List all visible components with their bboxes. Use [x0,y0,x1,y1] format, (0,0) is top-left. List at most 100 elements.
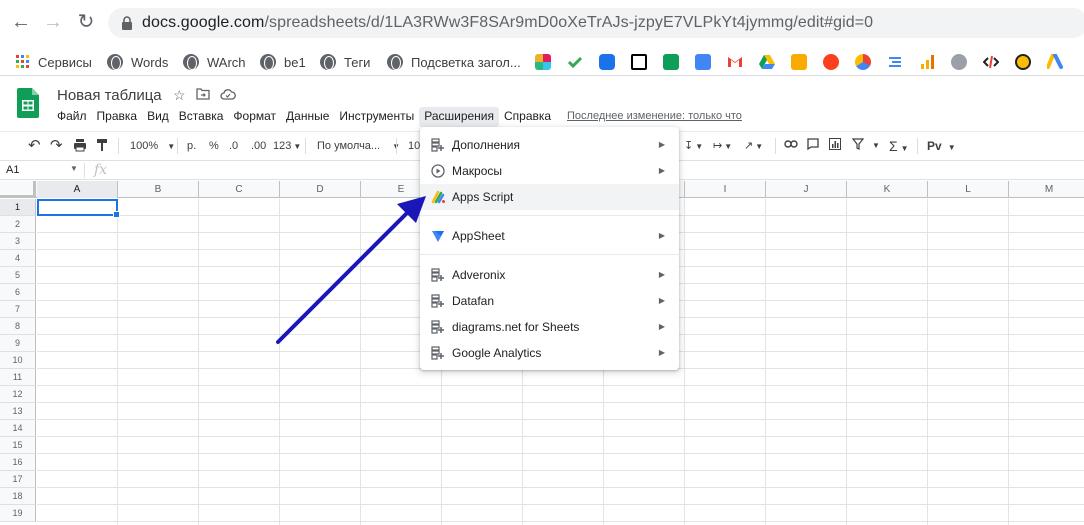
increase-decimal-button[interactable]: .00 [251,138,266,154]
row-header-16[interactable]: 16 [0,454,36,471]
yandex-icon[interactable] [823,54,839,70]
slack-icon[interactable] [535,54,551,70]
gmail-icon[interactable] [727,54,743,70]
select-all-corner[interactable] [0,181,36,198]
column-header-j[interactable]: J [766,181,847,198]
last-edit-link[interactable]: Последнее изменение: только что [567,110,742,122]
column-header-a[interactable]: A [37,181,118,198]
font-select[interactable]: По умолча...▼ [317,138,400,154]
row-header-14[interactable]: 14 [0,420,36,437]
menu-file[interactable]: Файл [52,107,92,127]
back-arrow-icon[interactable]: ← [9,10,33,34]
functions-icon[interactable]: Σ ▼ [889,138,909,154]
caret-down-icon[interactable]: ▼ [70,164,78,173]
column-header-c[interactable]: C [199,181,280,198]
ads-icon[interactable] [1046,53,1063,70]
active-cell-a1[interactable] [37,199,120,218]
menu-extensions[interactable]: Расширения [419,107,500,127]
mail-envelope-icon[interactable] [791,54,807,70]
paint-format-icon[interactable] [96,138,108,154]
google-icon[interactable] [855,54,871,70]
forward-arrow-icon[interactable]: → [41,10,65,34]
reload-icon[interactable]: ↻ [74,10,98,34]
insert-comment-icon[interactable] [807,138,819,154]
row-header-15[interactable]: 15 [0,437,36,454]
column-header-k[interactable]: K [847,181,928,198]
menu-item-macros[interactable]: Макросы ▶ [420,158,679,184]
analytics-icon[interactable] [919,54,935,70]
row-header-9[interactable]: 9 [0,335,36,352]
zoom-select[interactable]: 100% ▼ [130,138,175,154]
cloud-saved-icon[interactable] [220,87,236,103]
sheets-bookmark-icon[interactable] [663,54,679,70]
menu-tools[interactable]: Инструменты [334,107,419,127]
menu-format[interactable]: Формат [228,107,281,127]
font-size-select[interactable]: 10 [408,138,420,154]
name-box[interactable]: A1 [6,164,19,176]
bookmark-be1[interactable]: be1 [260,52,306,72]
chat-icon[interactable] [599,54,615,70]
vertical-align-icon[interactable]: ↧ ▼ [684,138,703,154]
row-header-19[interactable]: 19 [0,505,36,522]
move-folder-icon[interactable] [196,87,210,103]
column-header-b[interactable]: B [118,181,199,198]
currency-format-button[interactable]: р. [187,138,196,154]
filter-caret-icon[interactable]: ▼ [872,138,880,154]
code-icon[interactable] [982,54,1000,70]
pacman-icon[interactable] [1015,54,1031,70]
column-header-l[interactable]: L [928,181,1009,198]
filter-icon[interactable] [851,138,865,154]
row-header-2[interactable]: 2 [0,216,36,233]
percent-format-button[interactable]: % [209,138,219,154]
column-header-d[interactable]: D [280,181,361,198]
sheets-logo-icon[interactable] [17,88,39,118]
menu-item-diagrams-net[interactable]: diagrams.net for Sheets ▶ [420,314,679,340]
docs-bookmark-icon[interactable] [695,54,711,70]
undo-icon[interactable]: ↶ [28,138,41,154]
menu-item-appsheet[interactable]: AppSheet ▶ [420,223,679,249]
star-icon[interactable]: ☆ [173,87,186,104]
text-rotate-icon[interactable]: ↗ ▼ [744,138,763,154]
menu-data[interactable]: Данные [281,107,334,127]
notion-icon[interactable] [631,54,647,70]
decrease-decimal-button[interactable]: .0 [229,138,238,154]
row-header-10[interactable]: 10 [0,352,36,369]
row-header-6[interactable]: 6 [0,284,36,301]
menu-item-adveronix[interactable]: Adveronix ▶ [420,262,679,288]
row-header-13[interactable]: 13 [0,403,36,420]
menu-item-google-analytics[interactable]: Google Analytics ▶ [420,340,679,366]
bookmark-header-highlight[interactable]: Подсветка загол... [387,52,521,72]
column-header-m[interactable]: M [1009,181,1084,198]
redo-icon[interactable]: ↷ [50,138,63,154]
row-header-7[interactable]: 7 [0,301,36,318]
address-bar[interactable]: docs.google.com/spreadsheets/d/1LA3RWw3F… [108,8,1084,38]
menu-item-apps-script[interactable]: Apps Script [420,184,679,210]
insert-link-icon[interactable] [784,138,798,154]
menu-insert[interactable]: Вставка [174,107,229,127]
bookmark-words[interactable]: Words [107,52,168,72]
text-wrap-icon[interactable]: ↦ ▼ [713,138,732,154]
input-tools-icon[interactable]: Рv ▼ [927,138,956,154]
row-header-11[interactable]: 11 [0,369,36,386]
menu-view[interactable]: Вид [142,107,174,127]
drive-icon[interactable] [759,54,775,70]
extension-icon[interactable] [951,54,967,70]
column-header-i[interactable]: I [685,181,766,198]
row-header-1[interactable]: 1 [0,199,36,216]
menu-edit[interactable]: Правка [92,107,143,127]
checkmark-icon[interactable] [567,54,583,70]
doc-title[interactable]: Новая таблица [57,87,162,104]
row-header-4[interactable]: 4 [0,250,36,267]
row-header-8[interactable]: 8 [0,318,36,335]
bookmark-services[interactable]: Сервисы [16,52,92,72]
bookmark-tags[interactable]: Теги [320,52,370,72]
bookmark-warch[interactable]: WArch [183,52,246,72]
row-header-18[interactable]: 18 [0,488,36,505]
row-header-3[interactable]: 3 [0,233,36,250]
row-header-12[interactable]: 12 [0,386,36,403]
menu-item-datafan[interactable]: Datafan ▶ [420,288,679,314]
menu-item-addons[interactable]: Дополнения ▶ [420,132,679,158]
print-icon[interactable] [73,138,87,154]
row-header-17[interactable]: 17 [0,471,36,488]
insert-chart-icon[interactable] [829,138,841,154]
